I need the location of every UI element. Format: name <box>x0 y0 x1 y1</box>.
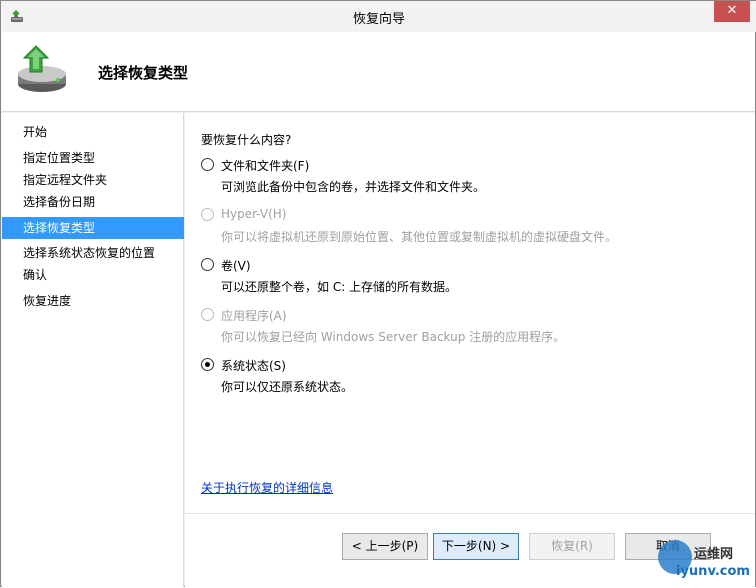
sidebar-item-system-state-location[interactable]: 选择系统状态恢复的位置 <box>2 242 184 264</box>
radio-volume[interactable] <box>201 258 214 271</box>
option-label[interactable]: 文件和文件夹(F) <box>221 157 309 174</box>
question-label: 要恢复什么内容? <box>201 133 292 147</box>
window-title: 恢复向导 <box>352 12 405 27</box>
radio-files-folders[interactable] <box>201 158 214 171</box>
option-description: 可以还原整个卷，如 C: 上存储的所有数据。 <box>221 280 458 294</box>
wizard-steps-sidebar: 开始 指定位置类型 指定远程文件夹 选择备份日期 选择恢复类型 选择系统状态恢复… <box>2 113 184 587</box>
back-button[interactable]: < 上一步(P) <box>342 533 428 560</box>
option-label[interactable]: 系统状态(S) <box>221 357 286 374</box>
radio-hyper-v <box>201 208 214 221</box>
option-label: 应用程序(A) <box>221 309 287 323</box>
page-title: 选择恢复类型 <box>98 64 189 82</box>
radio-system-state[interactable] <box>201 358 214 371</box>
main-panel: 要恢复什么内容? 文件和文件夹(F) 可浏览此备份中包含的卷，并选择文件和文件夹… <box>185 113 755 587</box>
option-label: Hyper-V(H) <box>221 207 287 221</box>
option-description: 你可以恢复已经向 Windows Server Backup 注册的应用程序。 <box>221 330 566 344</box>
watermark-text: 运维网 <box>694 547 734 562</box>
next-button[interactable]: 下一步(N) > <box>433 533 519 560</box>
option-label[interactable]: 卷(V) <box>221 257 251 274</box>
radio-applications <box>201 308 214 321</box>
sidebar-item-remote-folder[interactable]: 指定远程文件夹 <box>2 169 184 191</box>
sidebar-item-recovery-type[interactable]: 选择恢复类型 <box>2 217 184 239</box>
recover-button: 恢复(R) <box>529 533 615 560</box>
close-icon: ✕ <box>726 3 738 18</box>
watermark-url: iyunv.com <box>676 564 750 579</box>
wizard-header: 选择恢复类型 <box>2 32 755 112</box>
recovery-wizard-window: 恢复向导 ✕ 选择恢复类型 开始 指定位置类型 指定远程文件夹 选择备份日期 选… <box>0 0 756 587</box>
close-button[interactable]: ✕ <box>714 1 750 22</box>
title-bar: 恢复向导 ✕ <box>1 1 756 32</box>
more-info-link[interactable]: 关于执行恢复的详细信息 <box>201 479 333 496</box>
backup-restore-icon <box>18 45 66 92</box>
option-description: 你可以仅还原系统状态。 <box>221 380 354 394</box>
sidebar-item-start[interactable]: 开始 <box>2 121 184 143</box>
option-description: 可浏览此备份中包含的卷，并选择文件和文件夹。 <box>221 180 486 194</box>
option-description: 你可以将虚拟机还原到原始位置、其他位置或复制虚拟机的虚拟硬盘文件。 <box>221 230 618 244</box>
footer-divider <box>185 513 755 514</box>
sidebar-item-location-type[interactable]: 指定位置类型 <box>2 147 184 169</box>
sidebar-item-progress[interactable]: 恢复进度 <box>2 290 184 312</box>
sidebar-item-confirm[interactable]: 确认 <box>2 264 184 286</box>
radio-selected-dot <box>205 362 210 367</box>
sidebar-item-backup-date[interactable]: 选择备份日期 <box>2 191 184 213</box>
site-watermark: 运维网 iyunv.com <box>656 538 756 588</box>
